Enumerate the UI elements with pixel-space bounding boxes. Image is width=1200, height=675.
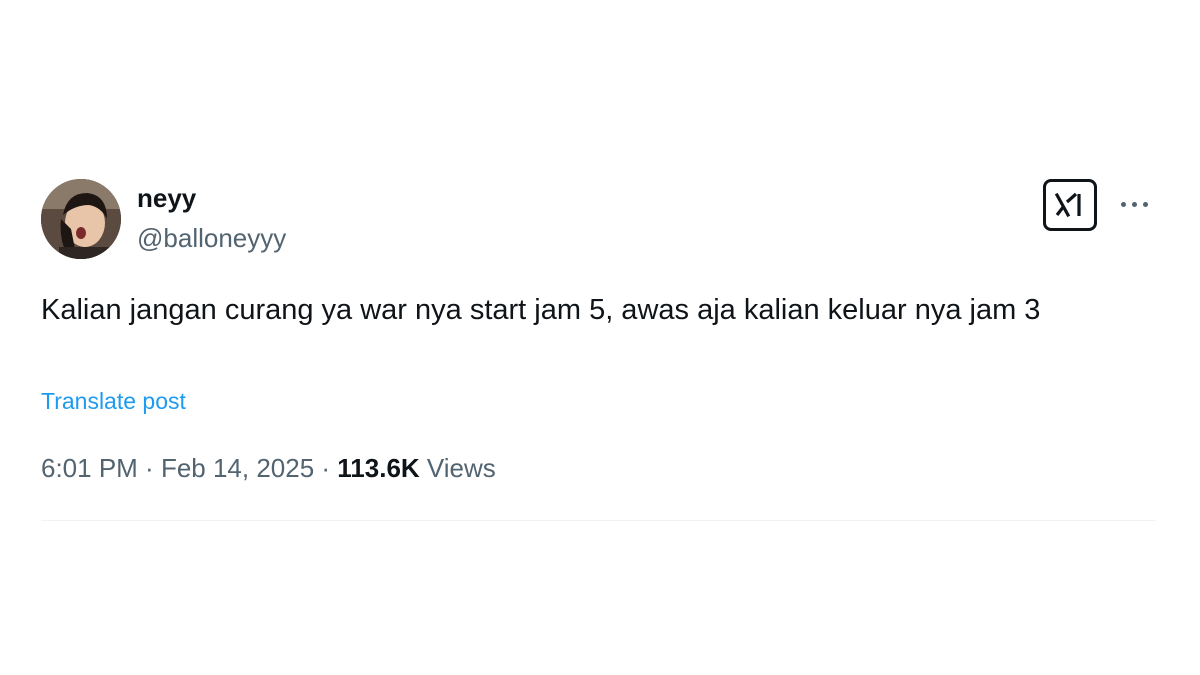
post-date[interactable]: Feb 14, 2025 [161,453,314,483]
profile-photo-icon [41,179,121,259]
avatar[interactable] [41,179,121,259]
author-display-name[interactable]: neyy [137,183,196,213]
more-horizontal-icon-dot [1131,201,1137,207]
views-label: Views [419,453,496,483]
post-text: Kalian jangan curang ya war nya start ja… [41,294,1041,326]
translate-post-link[interactable]: Translate post [41,388,186,415]
more-horizontal-icon-dot [1142,201,1148,207]
post-time[interactable]: 6:01 PM [41,453,138,483]
views-count[interactable]: 113.6K [337,453,419,483]
grok-icon [1054,192,1081,218]
meta-separator: · [314,453,338,483]
meta-separator: · [137,453,161,483]
post-meta: 6:01 PM · Feb 14, 2025 · 113.6K Views [41,453,496,484]
tweet-card: neyy @balloneyyy Kalian jangan curang ya… [10,155,1190,525]
grok-button[interactable] [1043,179,1097,231]
author-handle[interactable]: @balloneyyy [137,223,286,253]
more-horizontal-icon-dot [1120,201,1126,207]
divider [41,520,1156,521]
more-options-button[interactable] [1116,191,1152,217]
